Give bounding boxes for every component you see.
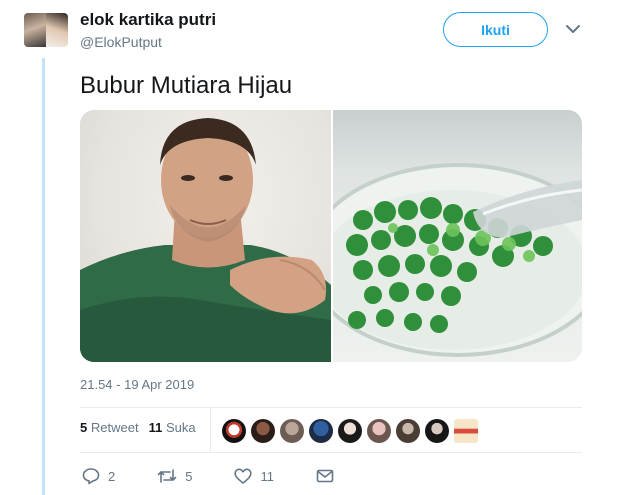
- liker-avatar[interactable]: [425, 419, 449, 443]
- like-count: 11: [148, 420, 163, 435]
- tweet-stats: 5 Retweet 11 Suka: [80, 420, 196, 435]
- user-handle[interactable]: @ElokPutput: [80, 34, 162, 50]
- mail-icon: [316, 469, 334, 483]
- like-label: Suka: [165, 420, 196, 435]
- liker-avatar[interactable]: [222, 419, 246, 443]
- heart-icon: [234, 468, 253, 484]
- liker-avatar[interactable]: [251, 419, 275, 443]
- like-action-count: 11: [260, 468, 274, 484]
- liker-avatar[interactable]: [396, 419, 420, 443]
- retweet-icon: [157, 469, 177, 483]
- chevron-down-icon[interactable]: [564, 22, 582, 36]
- liker-avatar[interactable]: [454, 419, 478, 443]
- retweet-action-count: 5: [185, 468, 193, 484]
- avatar[interactable]: [24, 13, 68, 47]
- tweet-media[interactable]: [80, 110, 582, 362]
- likers-avatars: [222, 419, 478, 443]
- follow-button[interactable]: Ikuti: [443, 12, 548, 47]
- media-photo-man[interactable]: [80, 110, 331, 362]
- like-action[interactable]: 11: [234, 468, 274, 484]
- tweet-actions: 2 5 11: [82, 467, 376, 485]
- display-name[interactable]: elok kartika putri: [80, 10, 216, 30]
- reply-count: 2: [108, 468, 116, 484]
- liker-avatar[interactable]: [367, 419, 391, 443]
- stats-separator: [210, 408, 211, 452]
- tweet-timestamp[interactable]: 21.54 - 19 Apr 2019: [80, 377, 194, 392]
- retweet-stat[interactable]: 5 Retweet: [80, 420, 139, 435]
- liker-avatar[interactable]: [309, 419, 333, 443]
- retweet-action[interactable]: 5: [157, 468, 192, 484]
- divider-top: [80, 407, 582, 408]
- liker-avatar[interactable]: [338, 419, 362, 443]
- liker-avatar[interactable]: [280, 419, 304, 443]
- reply-action[interactable]: 2: [82, 467, 115, 485]
- like-stat[interactable]: 11 Suka: [149, 420, 196, 435]
- thread-line: [42, 58, 45, 495]
- tweet-text: Bubur Mutiara Hijau: [80, 72, 293, 99]
- reply-icon: [82, 468, 100, 485]
- retweet-count: 5: [80, 420, 88, 435]
- divider-bottom: [80, 452, 582, 453]
- media-photo-bubur[interactable]: [333, 110, 582, 362]
- direct-message-action[interactable]: [316, 469, 334, 483]
- retweet-label: Retweet: [90, 420, 139, 435]
